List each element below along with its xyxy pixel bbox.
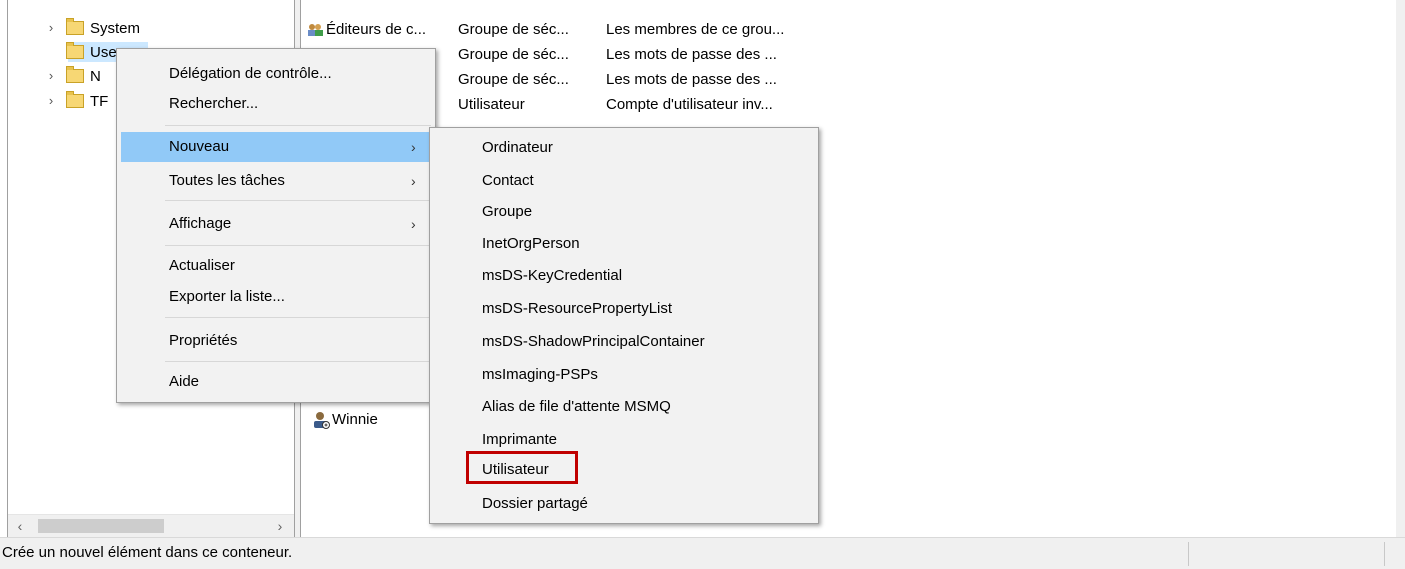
scroll-right-icon[interactable]: › (270, 517, 290, 535)
chevron-right-icon: › (411, 173, 416, 189)
group-icon (308, 24, 323, 36)
horizontal-scrollbar[interactable]: ‹ › (8, 514, 296, 537)
menu-item-label: Nouveau (169, 138, 230, 155)
submenu-item-label: Alias de file d'attente MSMQ (482, 398, 671, 415)
menu-item-label: Rechercher... (169, 95, 259, 112)
menu-separator (165, 125, 431, 126)
menu-item-rechercher[interactable]: Rechercher... (121, 89, 431, 119)
right-edge (1396, 0, 1405, 537)
menu-item-affichage[interactable]: Affichage › (121, 209, 431, 239)
status-text: Crée un nouvel élément dans ce conteneur… (2, 544, 293, 561)
list-cell-description: Les mots de passe des ... (606, 71, 777, 88)
menu-item-label: Exporter la liste... (169, 288, 285, 305)
submenu-item-inetorgperson[interactable]: InetOrgPerson (434, 229, 814, 259)
list-cell-description: Les membres de ce grou... (606, 21, 785, 38)
list-cell-type: Groupe de séc... (458, 21, 569, 38)
submenu-item-label: Contact (482, 172, 534, 189)
submenu-item-ordinateur[interactable]: Ordinateur (434, 133, 814, 163)
context-menu: Délégation de contrôle... Rechercher... … (116, 48, 436, 403)
menu-item-toutes-les-taches[interactable]: Toutes les tâches › (121, 166, 431, 196)
user-icon (314, 412, 330, 429)
submenu-item-label: msDS-ShadowPrincipalContainer (482, 333, 705, 350)
menu-item-proprietes[interactable]: Propriétés (121, 326, 431, 356)
submenu-item-alias-msmq[interactable]: Alias de file d'attente MSMQ (434, 392, 814, 422)
list-cell-description: Les mots de passe des ... (606, 46, 777, 63)
folder-icon (66, 18, 84, 35)
submenu-item-label: msDS-ResourcePropertyList (482, 300, 673, 317)
chevron-right-icon[interactable]: › (44, 94, 58, 108)
submenu-item-label: Dossier partagé (482, 495, 588, 512)
menu-item-delegation[interactable]: Délégation de contrôle... (121, 59, 431, 89)
status-separator (1384, 542, 1385, 566)
tree-item-tf[interactable]: › TF (44, 90, 108, 112)
menu-separator (165, 245, 431, 246)
menu-item-label: Délégation de contrôle... (169, 65, 332, 82)
submenu-item-msds-resourcepropertylist[interactable]: msDS-ResourcePropertyList (434, 294, 814, 324)
chevron-right-icon: › (411, 139, 416, 155)
scroll-left-icon[interactable]: ‹ (10, 517, 30, 535)
submenu-item-label: Ordinateur (482, 139, 553, 156)
menu-item-label: Propriétés (169, 332, 238, 349)
chevron-right-icon[interactable]: › (44, 21, 58, 35)
menu-item-label: Toutes les tâches (169, 172, 285, 189)
list-row-winnie[interactable]: Winnie (312, 409, 432, 431)
tree-item-label: N (90, 67, 101, 85)
list-cell-name: Éditeurs de c... (326, 21, 427, 38)
menu-separator (165, 361, 431, 362)
chevron-right-icon: › (411, 216, 416, 232)
folder-icon (66, 91, 84, 108)
menu-item-actualiser[interactable]: Actualiser (121, 251, 431, 281)
list-cell-description: Compte d'utilisateur inv... (606, 96, 773, 113)
tree-border (7, 0, 8, 537)
list-cell-name: Winnie (332, 411, 378, 428)
tree-item-n[interactable]: › N (44, 65, 101, 87)
list-cell-type: Groupe de séc... (458, 71, 569, 88)
status-bar: Crée un nouvel élément dans ce conteneur… (0, 537, 1405, 569)
tree-item-system[interactable]: › System (44, 17, 140, 39)
menu-item-nouveau[interactable]: Nouveau › (121, 132, 431, 162)
menu-item-label: Aide (169, 373, 200, 390)
list-row[interactable]: Éditeurs de c... Groupe de séc... Les me… (306, 19, 826, 41)
menu-item-label: Affichage (169, 215, 232, 232)
menu-item-label: Actualiser (169, 257, 235, 274)
list-cell-type: Groupe de séc... (458, 46, 569, 63)
chevron-right-icon[interactable]: › (44, 69, 58, 83)
submenu-item-label: InetOrgPerson (482, 235, 580, 252)
submenu-item-contact[interactable]: Contact (434, 166, 814, 196)
folder-icon (66, 66, 84, 83)
tree-item-label: TF (90, 92, 109, 110)
menu-separator (165, 317, 431, 318)
submenu-item-msds-keycredential[interactable]: msDS-KeyCredential (434, 261, 814, 291)
highlight-box (466, 451, 578, 484)
submenu-item-msimaging-psps[interactable]: msImaging-PSPs (434, 360, 814, 390)
submenu-item-label: Groupe (482, 203, 533, 220)
submenu-item-groupe[interactable]: Groupe (434, 197, 814, 227)
folder-icon (66, 42, 84, 59)
submenu-item-msds-shadowprincipalcontainer[interactable]: msDS-ShadowPrincipalContainer (434, 327, 814, 357)
list-cell-type: Utilisateur (458, 96, 525, 113)
status-separator (1188, 542, 1189, 566)
menu-item-aide[interactable]: Aide (121, 367, 431, 397)
scroll-thumb[interactable] (38, 519, 164, 533)
menu-item-exporter[interactable]: Exporter la liste... (121, 282, 431, 312)
submenu-item-label: msDS-KeyCredential (482, 267, 623, 284)
tree-item-label: System (90, 19, 141, 37)
chevron-empty (44, 45, 58, 59)
submenu-item-dossier-partage[interactable]: Dossier partagé (434, 489, 814, 519)
submenu-item-label: msImaging-PSPs (482, 366, 598, 383)
menu-separator (165, 200, 431, 201)
